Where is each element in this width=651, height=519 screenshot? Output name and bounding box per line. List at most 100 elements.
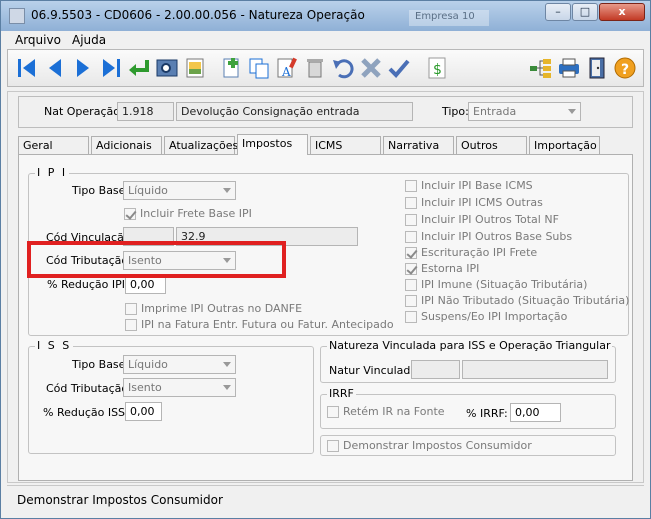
checkbox-box (405, 196, 417, 209)
check-label: Suspens/Eo IPI Importação (421, 310, 568, 323)
title-bar: 06.9.5503 - CD0606 - 2.00.00.056 - Natur… (1, 1, 650, 31)
minimize-button[interactable]: – (545, 3, 571, 21)
tipo-select[interactable]: Entrada (468, 102, 581, 121)
checkbox-box (124, 207, 136, 220)
ipi-group-title: I P I (35, 166, 70, 179)
natur-vinculada-desc[interactable] (462, 360, 608, 379)
print-icon[interactable] (556, 54, 582, 82)
ipi-check-suspensao-importacao[interactable]: Suspens/Eo IPI Importação (405, 310, 567, 323)
checkbox-box (125, 302, 137, 315)
ipi-tipo-base-value: Líquido (128, 184, 168, 197)
iss-cod-tributacao-label: Cód Tributação: (46, 382, 132, 395)
menu-ajuda[interactable]: Ajuda (72, 33, 106, 47)
app-icon (9, 8, 25, 24)
delete-icon[interactable] (302, 54, 328, 82)
toolbar: A $ ? (7, 49, 644, 87)
tree-icon[interactable] (528, 54, 554, 82)
checkbox-box (405, 213, 417, 226)
ipi-fatura-checkbox[interactable]: IPI na Fatura Entr. Futura ou Fatur. Ant… (125, 318, 394, 331)
last-record-icon[interactable] (98, 54, 124, 82)
menu-arquivo[interactable]: Arquivo (15, 33, 61, 47)
exit-icon[interactable] (584, 54, 610, 82)
checkbox-box (405, 230, 417, 243)
iss-tipo-base-label: Tipo Base: (72, 358, 130, 371)
ipi-check-incluir-base-icms[interactable]: Incluir IPI Base ICMS (405, 179, 533, 192)
menu-bar: Arquivo Ajuda (1, 31, 650, 49)
checkbox-box (405, 294, 417, 307)
maximize-button[interactable]: □ (572, 3, 598, 21)
zoom-icon[interactable] (154, 54, 180, 82)
demonstrar-impostos-checkbox[interactable]: Demonstrar Impostos Consumidor (327, 439, 532, 452)
irrf-perc-label: % IRRF: (466, 407, 508, 420)
ipi-check-incluir-icms-outras[interactable]: Incluir IPI ICMS Outras (405, 196, 543, 209)
close-button[interactable]: x (599, 3, 645, 21)
iss-tipo-base-select[interactable]: Líquido (123, 355, 236, 374)
retem-ir-checkbox[interactable]: Retém IR na Fonte (327, 405, 445, 418)
status-bar: Demonstrar Impostos Consumidor (7, 485, 644, 513)
reducao-iss-label: % Redução ISS: (43, 406, 129, 419)
dollar-icon[interactable]: $ (424, 54, 450, 82)
svg-text:A: A (281, 65, 291, 79)
checkbox-box (405, 179, 417, 192)
svg-text:?: ? (621, 62, 629, 78)
irrf-perc-input[interactable]: 0,00 (510, 403, 561, 422)
first-record-icon[interactable] (14, 54, 40, 82)
nat-operacao-label: Nat Operação: (44, 105, 124, 118)
notes-icon[interactable] (182, 54, 208, 82)
iss-group-title: I S S (35, 339, 74, 352)
check-label: Incluir IPI ICMS Outras (421, 196, 543, 209)
ipi-check-imune[interactable]: IPI Imune (Situação Tributária) (405, 278, 587, 291)
incluir-frete-checkbox[interactable]: Incluir Frete Base IPI (124, 207, 252, 220)
next-record-icon[interactable] (70, 54, 96, 82)
ipi-tipo-base-label: Tipo Base: (72, 184, 130, 197)
edit-icon[interactable]: A (274, 54, 300, 82)
tab-importacao[interactable]: Importação (529, 136, 600, 154)
iss-cod-tributacao-select[interactable]: Isento (123, 378, 236, 397)
tab-outros[interactable]: Outros (456, 136, 527, 154)
imprime-ipi-outras-label: Imprime IPI Outras no DANFE (141, 302, 303, 315)
checkbox-box (405, 310, 417, 323)
app-window: 06.9.5503 - CD0606 - 2.00.00.056 - Natur… (0, 0, 651, 519)
ipi-check-estorna-ipi[interactable]: Estorna IPI (405, 262, 479, 275)
check-label: Incluir IPI Outros Total NF (421, 213, 559, 226)
tab-adicionais[interactable]: Adicionais (91, 136, 162, 154)
check-label: IPI Imune (Situação Tributária) (421, 278, 588, 291)
tab-geral[interactable]: Geral (18, 136, 89, 154)
confirm-icon[interactable] (386, 54, 412, 82)
natur-vinculada-label: Natur Vinculada: (329, 364, 421, 377)
help-icon[interactable]: ? (612, 54, 638, 82)
cancel-icon[interactable] (358, 54, 384, 82)
ipi-tipo-base-select[interactable]: Líquido (123, 181, 236, 200)
natur-vinculada-input[interactable] (411, 360, 460, 379)
tab-atualizacoes[interactable]: Atualizações (164, 136, 238, 154)
ipi-check-incluir-outros-base-subs[interactable]: Incluir IPI Outros Base Subs (405, 230, 572, 243)
imprime-ipi-outras-checkbox[interactable]: Imprime IPI Outras no DANFE (125, 302, 302, 315)
demonstrar-impostos-label: Demonstrar Impostos Consumidor (343, 439, 532, 452)
ipi-fatura-label: IPI na Fatura Entr. Futura ou Fatur. Ant… (141, 318, 394, 331)
chevron-down-icon (223, 385, 231, 390)
ipi-check-incluir-outros-total[interactable]: Incluir IPI Outros Total NF (405, 213, 559, 226)
reducao-iss-input[interactable]: 0,00 (125, 402, 162, 421)
incluir-frete-label: Incluir Frete Base IPI (140, 207, 252, 220)
tab-narrativa[interactable]: Narrativa (383, 136, 454, 154)
nat-operacao-code[interactable]: 1.918 (117, 102, 174, 121)
tab-icms[interactable]: ICMS (310, 136, 381, 154)
chevron-down-icon (223, 188, 231, 193)
chevron-down-icon (568, 109, 576, 114)
chevron-down-icon (223, 362, 231, 367)
ipi-check-nao-tributado[interactable]: IPI Não Tributado (Situação Tributária) (405, 294, 629, 307)
tab-impostos[interactable]: Impostos (237, 134, 308, 155)
undo-icon[interactable] (330, 54, 356, 82)
ipi-check-escrituracao-frete[interactable]: Escrituração IPI Frete (405, 246, 537, 259)
checkbox-box (125, 318, 137, 331)
previous-record-icon[interactable] (42, 54, 68, 82)
irrf-group-title: IRRF (327, 387, 356, 400)
tipo-select-value: Entrada (473, 105, 517, 118)
return-icon[interactable] (126, 54, 152, 82)
check-label: Estorna IPI (421, 262, 480, 275)
copy-icon[interactable] (246, 54, 272, 82)
new-record-icon[interactable] (218, 54, 244, 82)
nat-operacao-desc[interactable]: Devolução Consignação entrada (176, 102, 413, 121)
checkbox-box (405, 262, 417, 275)
window-title: 06.9.5503 - CD0606 - 2.00.00.056 - Natur… (31, 8, 365, 22)
